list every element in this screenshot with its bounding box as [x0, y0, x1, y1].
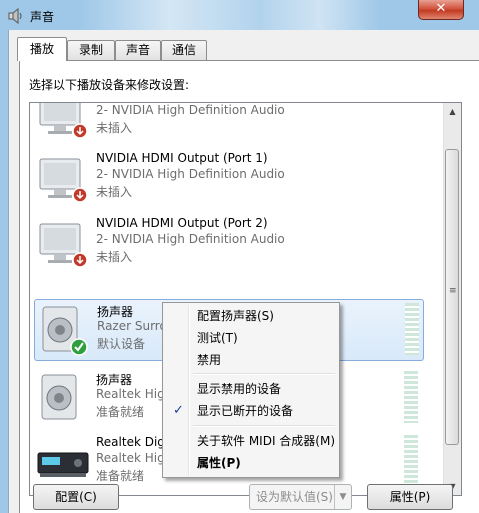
disconnected-badge-icon	[72, 252, 88, 268]
volume-meter	[404, 435, 418, 487]
chevron-down-icon[interactable]: ▼	[334, 485, 351, 509]
tab-recording[interactable]: 录制	[67, 40, 115, 60]
device-name: 扬声器	[96, 373, 133, 387]
volume-meter	[405, 303, 419, 355]
menu-separator	[193, 373, 335, 375]
digital-output-icon	[37, 452, 89, 477]
device-driver: 2- NVIDIA High Definition Audio	[96, 167, 285, 181]
tab-sounds[interactable]: 声音	[115, 40, 161, 60]
tab-label: 通信	[171, 43, 196, 57]
device-status: 默认设备	[97, 337, 146, 351]
device-name: NVIDIA HDMI Output (Port 2)	[96, 216, 268, 230]
tab-label: 录制	[78, 43, 103, 57]
device-status: 未插入	[96, 121, 133, 135]
tab-playback[interactable]: 播放	[17, 37, 67, 61]
monitor-icon	[39, 103, 88, 139]
speaker-icon	[41, 374, 77, 420]
device-name: 扬声器	[97, 305, 134, 319]
disconnected-badge-icon	[72, 187, 88, 203]
speaker-icon	[42, 306, 88, 356]
monitor-icon	[39, 158, 88, 203]
menu-item-configure-speakers[interactable]: 配置扬声器(S)	[165, 306, 337, 326]
button-label: 设为默认值(S)	[256, 490, 333, 504]
menu-separator	[193, 425, 335, 427]
menu-item-show-disabled[interactable]: 显示禁用的设备	[165, 379, 337, 399]
checkmark-icon: ✓	[173, 403, 184, 418]
volume-meter	[404, 371, 418, 423]
device-item-hdmi-port1[interactable]: NVIDIA HDMI Output (Port 1) 2- NVIDIA Hi…	[34, 147, 424, 209]
device-status: 未插入	[96, 250, 133, 264]
button-label: 配置(C)	[55, 490, 97, 504]
device-driver: 2- NVIDIA High Definition Audio	[96, 232, 285, 246]
device-status: 准备就绪	[96, 405, 145, 419]
set-default-button[interactable]: 设为默认值(S) ▼	[249, 484, 352, 510]
menu-item-show-disconnected[interactable]: ✓ 显示已断开的设备	[165, 401, 337, 421]
menu-item-about-midi[interactable]: 关于软件 MIDI 合成器(M)	[165, 431, 337, 451]
device-status: 准备就绪	[96, 469, 145, 483]
vertical-scrollbar[interactable]: ▲ ≡ ▼	[443, 103, 461, 495]
device-item[interactable]: 2- NVIDIA High Definition Audio 未插入	[34, 103, 424, 145]
configure-button[interactable]: 配置(C)	[33, 484, 119, 510]
device-driver: 2- NVIDIA High Definition Audio	[96, 103, 285, 117]
button-label: 属性(P)	[389, 490, 431, 504]
window-title: 声音	[30, 10, 55, 24]
speaker-app-icon	[8, 8, 22, 24]
instruction-label: 选择以下播放设备来修改设置:	[29, 78, 190, 92]
disconnected-badge-icon	[72, 123, 88, 139]
device-name: NVIDIA HDMI Output (Port 1)	[96, 151, 268, 165]
default-check-badge-icon	[70, 338, 88, 356]
device-status: 未插入	[96, 185, 133, 199]
device-context-menu: 配置扬声器(S) 测试(T) 禁用 显示禁用的设备 ✓ 显示已断开的设备 关于软…	[162, 302, 340, 478]
tab-label: 播放	[29, 42, 54, 56]
properties-button[interactable]: 属性(P)	[367, 484, 453, 510]
scroll-thumb[interactable]: ≡	[445, 149, 459, 445]
title-bar[interactable]: 声音 ✕	[0, 0, 479, 30]
tab-communications[interactable]: 通信	[161, 40, 207, 60]
menu-item-test[interactable]: 测试(T)	[165, 328, 337, 348]
menu-item-disable[interactable]: 禁用	[165, 350, 337, 370]
sound-dialog-window: 声音 ✕ 播放 录制 声音 通信 选择以下播放设备来修改设置: 2- NVIDI…	[0, 0, 479, 513]
tab-label: 声音	[125, 43, 150, 57]
monitor-icon	[39, 223, 88, 268]
close-icon: ✕	[435, 1, 447, 16]
scroll-grip-icon: ≡	[449, 286, 457, 296]
menu-item-properties[interactable]: 属性(P)	[165, 453, 337, 473]
close-button[interactable]: ✕	[418, 0, 464, 20]
scroll-up-arrow-icon[interactable]: ▲	[446, 105, 459, 118]
device-item-hdmi-port2[interactable]: NVIDIA HDMI Output (Port 2) 2- NVIDIA Hi…	[34, 212, 424, 274]
menu-item-label: 显示已断开的设备	[197, 404, 294, 418]
